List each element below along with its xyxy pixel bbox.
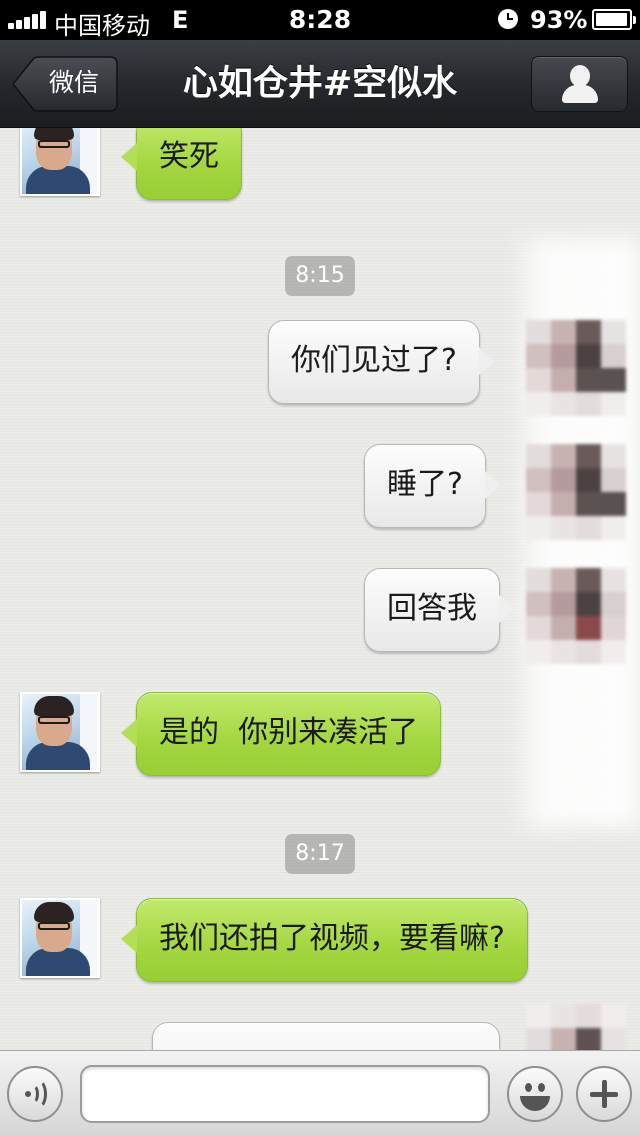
message-timestamp: 8:15 (285, 256, 355, 296)
nav-bar: 微信 心如仓井#空似水 (0, 40, 640, 128)
contact-avatar[interactable] (20, 128, 100, 196)
back-button[interactable]: 微信 (12, 56, 118, 112)
message-input-bar (0, 1050, 640, 1136)
outgoing-message-bubble[interactable] (152, 1022, 515, 1050)
my-avatar-pixelated[interactable] (526, 444, 626, 540)
battery-percent: 93% (530, 6, 588, 34)
my-avatar-pixelated[interactable] (526, 320, 626, 416)
more-options-button[interactable] (576, 1066, 632, 1122)
message-input[interactable] (80, 1065, 490, 1123)
status-bar: 中国移动 E 8:28 93% (0, 0, 640, 40)
incoming-message-bubble[interactable]: 我们还拍了视频，要看嘛? (121, 898, 528, 982)
my-avatar-pixelated[interactable] (526, 1004, 626, 1050)
outgoing-message-bubble[interactable]: 回答我 (364, 568, 515, 652)
incoming-message-bubble[interactable]: 是的 你别来凑活了 (120, 692, 442, 776)
my-avatar-pixelated[interactable] (526, 568, 626, 664)
contact-profile-button[interactable] (531, 56, 628, 112)
message-timestamp: 8:17 (285, 834, 355, 874)
incoming-message-bubble[interactable]: 笑死 (121, 128, 242, 200)
back-button-label: 微信 (48, 68, 99, 97)
chat-title: 心如仓井#空似水 (182, 64, 458, 104)
voice-input-button[interactable] (7, 1066, 63, 1122)
outgoing-message-bubble[interactable]: 睡了? (364, 444, 501, 528)
outgoing-message-bubble[interactable]: 你们见过了? (268, 320, 495, 404)
battery-icon (592, 9, 636, 30)
alarm-icon (498, 9, 518, 29)
emoji-button[interactable] (507, 1066, 563, 1122)
contact-avatar[interactable] (20, 692, 100, 772)
contact-avatar[interactable] (20, 898, 100, 978)
chat-history[interactable]: 笑死 8:15 你们见过了? 睡了? 回答我 是的 你别来凑活了 8:17 我们… (0, 128, 640, 1050)
